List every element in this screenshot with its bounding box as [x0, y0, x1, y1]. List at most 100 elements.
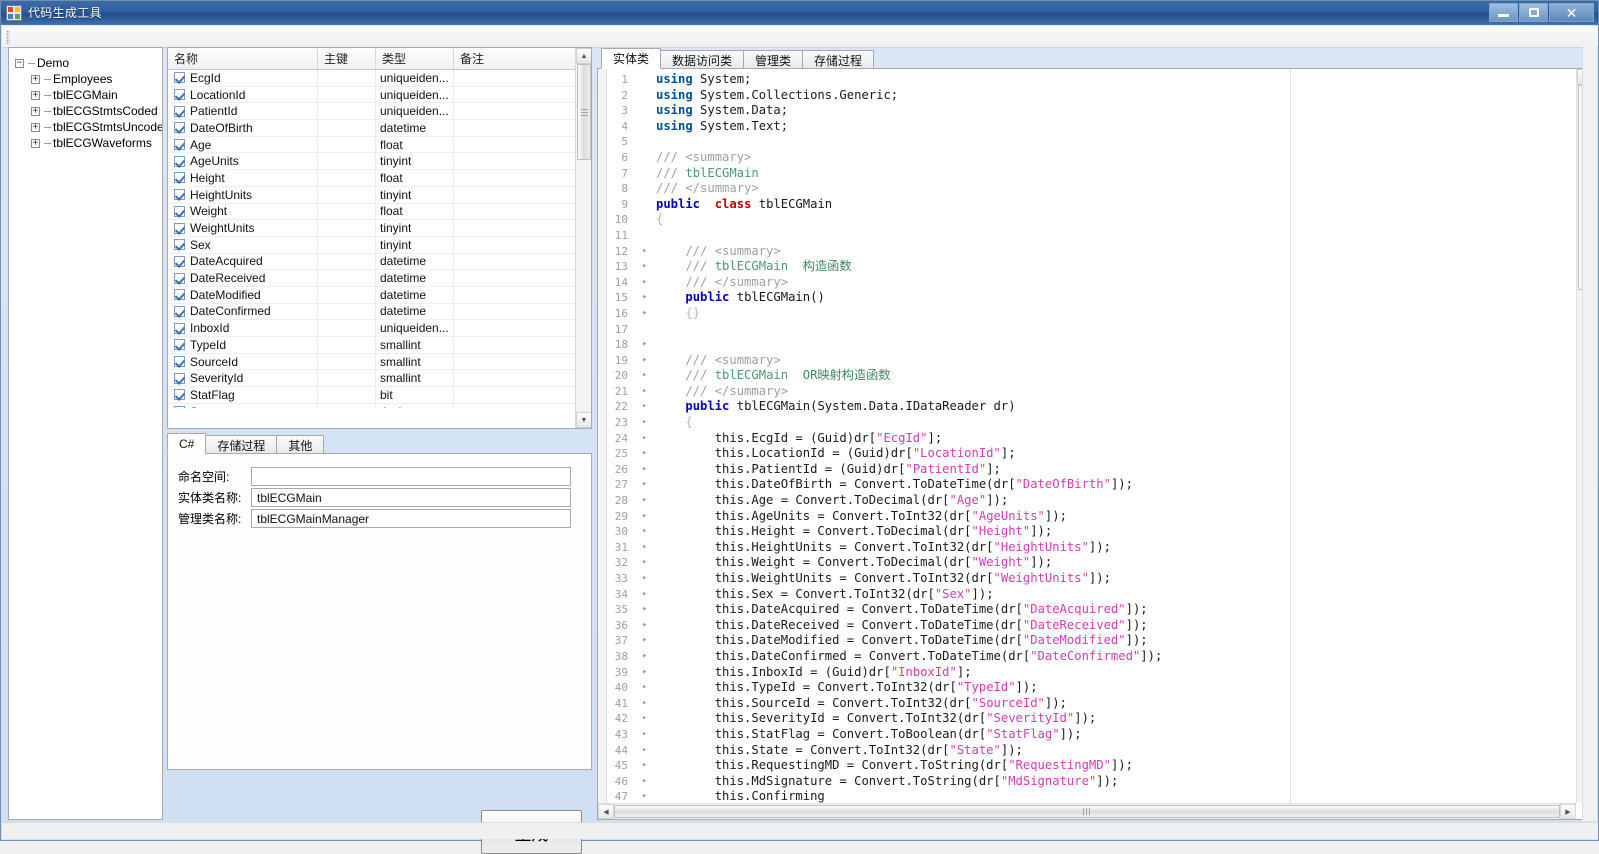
- row-checkbox[interactable]: [174, 305, 185, 317]
- settings-tab-存储过程[interactable]: 存储过程: [205, 435, 278, 454]
- row-pk-cell[interactable]: [318, 403, 376, 408]
- row-pk-cell[interactable]: [318, 70, 376, 86]
- fold-marker-icon[interactable]: ▸: [634, 774, 656, 790]
- row-type-cell[interactable]: uniqueiden...: [376, 103, 454, 120]
- tree-node-tblecgwaveforms[interactable]: + tblECGWaveforms: [9, 135, 162, 151]
- table-row[interactable]: DateModified datetime: [168, 286, 591, 304]
- row-note-cell[interactable]: [454, 320, 579, 336]
- row-pk-cell[interactable]: [318, 303, 376, 320]
- row-type-cell[interactable]: float: [376, 170, 454, 186]
- row-note-cell[interactable]: [454, 287, 579, 303]
- row-type-cell[interactable]: datetime: [376, 303, 454, 320]
- row-pk-cell[interactable]: [318, 86, 376, 103]
- row-pk-cell[interactable]: [318, 103, 376, 120]
- code-text-area[interactable]: 1 using System; 2 using System.Collections.…: [598, 69, 1576, 803]
- expander-minus-icon[interactable]: −: [15, 58, 24, 68]
- table-row[interactable]: SourceId smallint: [168, 353, 591, 371]
- fold-marker-icon[interactable]: ▸: [634, 337, 656, 353]
- row-note-cell[interactable]: [454, 204, 579, 220]
- row-type-cell[interactable]: bit: [376, 387, 454, 403]
- tree-node-root[interactable]: − Demo: [9, 55, 162, 71]
- row-name-cell[interactable]: DateModified: [168, 286, 318, 303]
- fold-marker-icon[interactable]: ▸: [634, 446, 656, 462]
- row-note-cell[interactable]: [454, 304, 579, 320]
- row-checkbox[interactable]: [174, 155, 185, 167]
- minimize-button[interactable]: [1489, 3, 1518, 22]
- code-horizontal-scrollbar[interactable]: ◀ ▶: [598, 803, 1576, 819]
- row-note-cell[interactable]: [454, 153, 579, 169]
- row-pk-cell[interactable]: [318, 220, 376, 236]
- row-pk-cell[interactable]: [318, 387, 376, 403]
- row-pk-cell[interactable]: [318, 153, 376, 170]
- window-vertical-scrollbar[interactable]: [1582, 47, 1597, 821]
- tree-node-employees[interactable]: + Employees: [9, 71, 162, 87]
- grid-vertical-scrollbar[interactable]: ▲ ▼: [575, 48, 591, 428]
- row-type-cell[interactable]: datetime: [376, 270, 454, 286]
- row-pk-cell[interactable]: [318, 186, 376, 203]
- settings-tab-其他[interactable]: 其他: [276, 435, 325, 454]
- field-input[interactable]: tblECGMainManager: [251, 509, 571, 528]
- grid-header-type[interactable]: 类型: [376, 48, 454, 69]
- row-note-cell[interactable]: [454, 370, 579, 386]
- columns-grid-panel[interactable]: 名称 主键 类型 备注 EcgId uniqueiden... LocationId…: [167, 47, 592, 429]
- row-note-cell[interactable]: [454, 220, 579, 236]
- table-row[interactable]: InboxId uniqueiden...: [168, 320, 591, 337]
- row-checkbox[interactable]: [174, 406, 185, 408]
- fold-marker-icon[interactable]: ▸: [634, 789, 656, 803]
- row-type-cell[interactable]: datetime: [376, 253, 454, 270]
- window-horizontal-scrollbar[interactable]: [2, 822, 1598, 839]
- row-checkbox[interactable]: [174, 239, 185, 251]
- row-name-cell[interactable]: Sex: [168, 236, 318, 253]
- table-row[interactable]: AgeUnits tinyint: [168, 153, 591, 171]
- row-name-cell[interactable]: Height: [168, 170, 318, 186]
- code-editor[interactable]: 1 using System; 2 using System.Collections.…: [597, 68, 1593, 820]
- row-note-cell[interactable]: [454, 70, 579, 86]
- row-checkbox[interactable]: [174, 105, 185, 117]
- row-type-cell[interactable]: smallint: [376, 337, 454, 353]
- table-row[interactable]: EcgId uniqueiden...: [168, 70, 591, 87]
- code-scroll-right-arrow-icon[interactable]: ▶: [1560, 804, 1576, 819]
- fold-marker-icon[interactable]: ▸: [634, 711, 656, 727]
- row-type-cell[interactable]: float: [376, 203, 454, 220]
- fold-marker-icon[interactable]: ▸: [634, 665, 656, 681]
- row-type-cell[interactable]: tinyint: [376, 236, 454, 253]
- fold-marker-icon[interactable]: ▸: [634, 431, 656, 447]
- row-name-cell[interactable]: LocationId: [168, 86, 318, 103]
- fold-marker-icon[interactable]: ▸: [634, 696, 656, 712]
- row-note-cell[interactable]: [454, 254, 579, 270]
- fold-marker-icon[interactable]: ▸: [634, 306, 656, 322]
- row-pk-cell[interactable]: [318, 170, 376, 186]
- code-scroll-left-arrow-icon[interactable]: ◀: [598, 804, 614, 819]
- fold-marker-icon[interactable]: ▸: [634, 587, 656, 603]
- expander-plus-icon[interactable]: +: [31, 90, 40, 100]
- row-name-cell[interactable]: DateConfirmed: [168, 303, 318, 320]
- row-note-cell[interactable]: [454, 387, 579, 403]
- row-type-cell[interactable]: smallint: [376, 353, 454, 370]
- row-name-cell[interactable]: WeightUnits: [168, 220, 318, 236]
- row-checkbox[interactable]: [174, 139, 185, 151]
- code-tab-存储过程[interactable]: 存储过程: [802, 50, 875, 69]
- code-tab-管理类[interactable]: 管理类: [743, 50, 804, 69]
- row-checkbox[interactable]: [174, 89, 185, 101]
- row-note-cell[interactable]: [454, 270, 579, 286]
- fold-marker-icon[interactable]: ▸: [634, 540, 656, 556]
- tree-node-tblecgmain[interactable]: + tblECGMain: [9, 87, 162, 103]
- database-tree-panel[interactable]: − Demo + Employees + tblECGMain + tblECGStmts…: [8, 47, 163, 820]
- row-note-cell[interactable]: [454, 120, 579, 136]
- row-type-cell[interactable]: datetime: [376, 286, 454, 303]
- table-row[interactable]: WeightUnits tinyint: [168, 220, 591, 237]
- table-row[interactable]: LocationId uniqueiden...: [168, 86, 591, 104]
- row-type-cell[interactable]: tinyint: [376, 153, 454, 170]
- close-button[interactable]: ✕: [1549, 3, 1594, 22]
- expander-plus-icon[interactable]: +: [31, 106, 40, 116]
- grid-header-name[interactable]: 名称: [168, 48, 318, 69]
- fold-marker-icon[interactable]: ▸: [634, 415, 656, 431]
- row-type-cell[interactable]: uniqueiden...: [376, 86, 454, 103]
- fold-marker-icon[interactable]: ▸: [634, 259, 656, 275]
- expander-plus-icon[interactable]: +: [31, 122, 40, 132]
- scroll-down-arrow-icon[interactable]: ▼: [576, 412, 591, 428]
- row-note-cell[interactable]: [454, 354, 579, 370]
- row-name-cell[interactable]: StatFlag: [168, 387, 318, 403]
- fold-marker-icon[interactable]: ▸: [634, 290, 656, 306]
- row-note-cell[interactable]: [454, 87, 579, 103]
